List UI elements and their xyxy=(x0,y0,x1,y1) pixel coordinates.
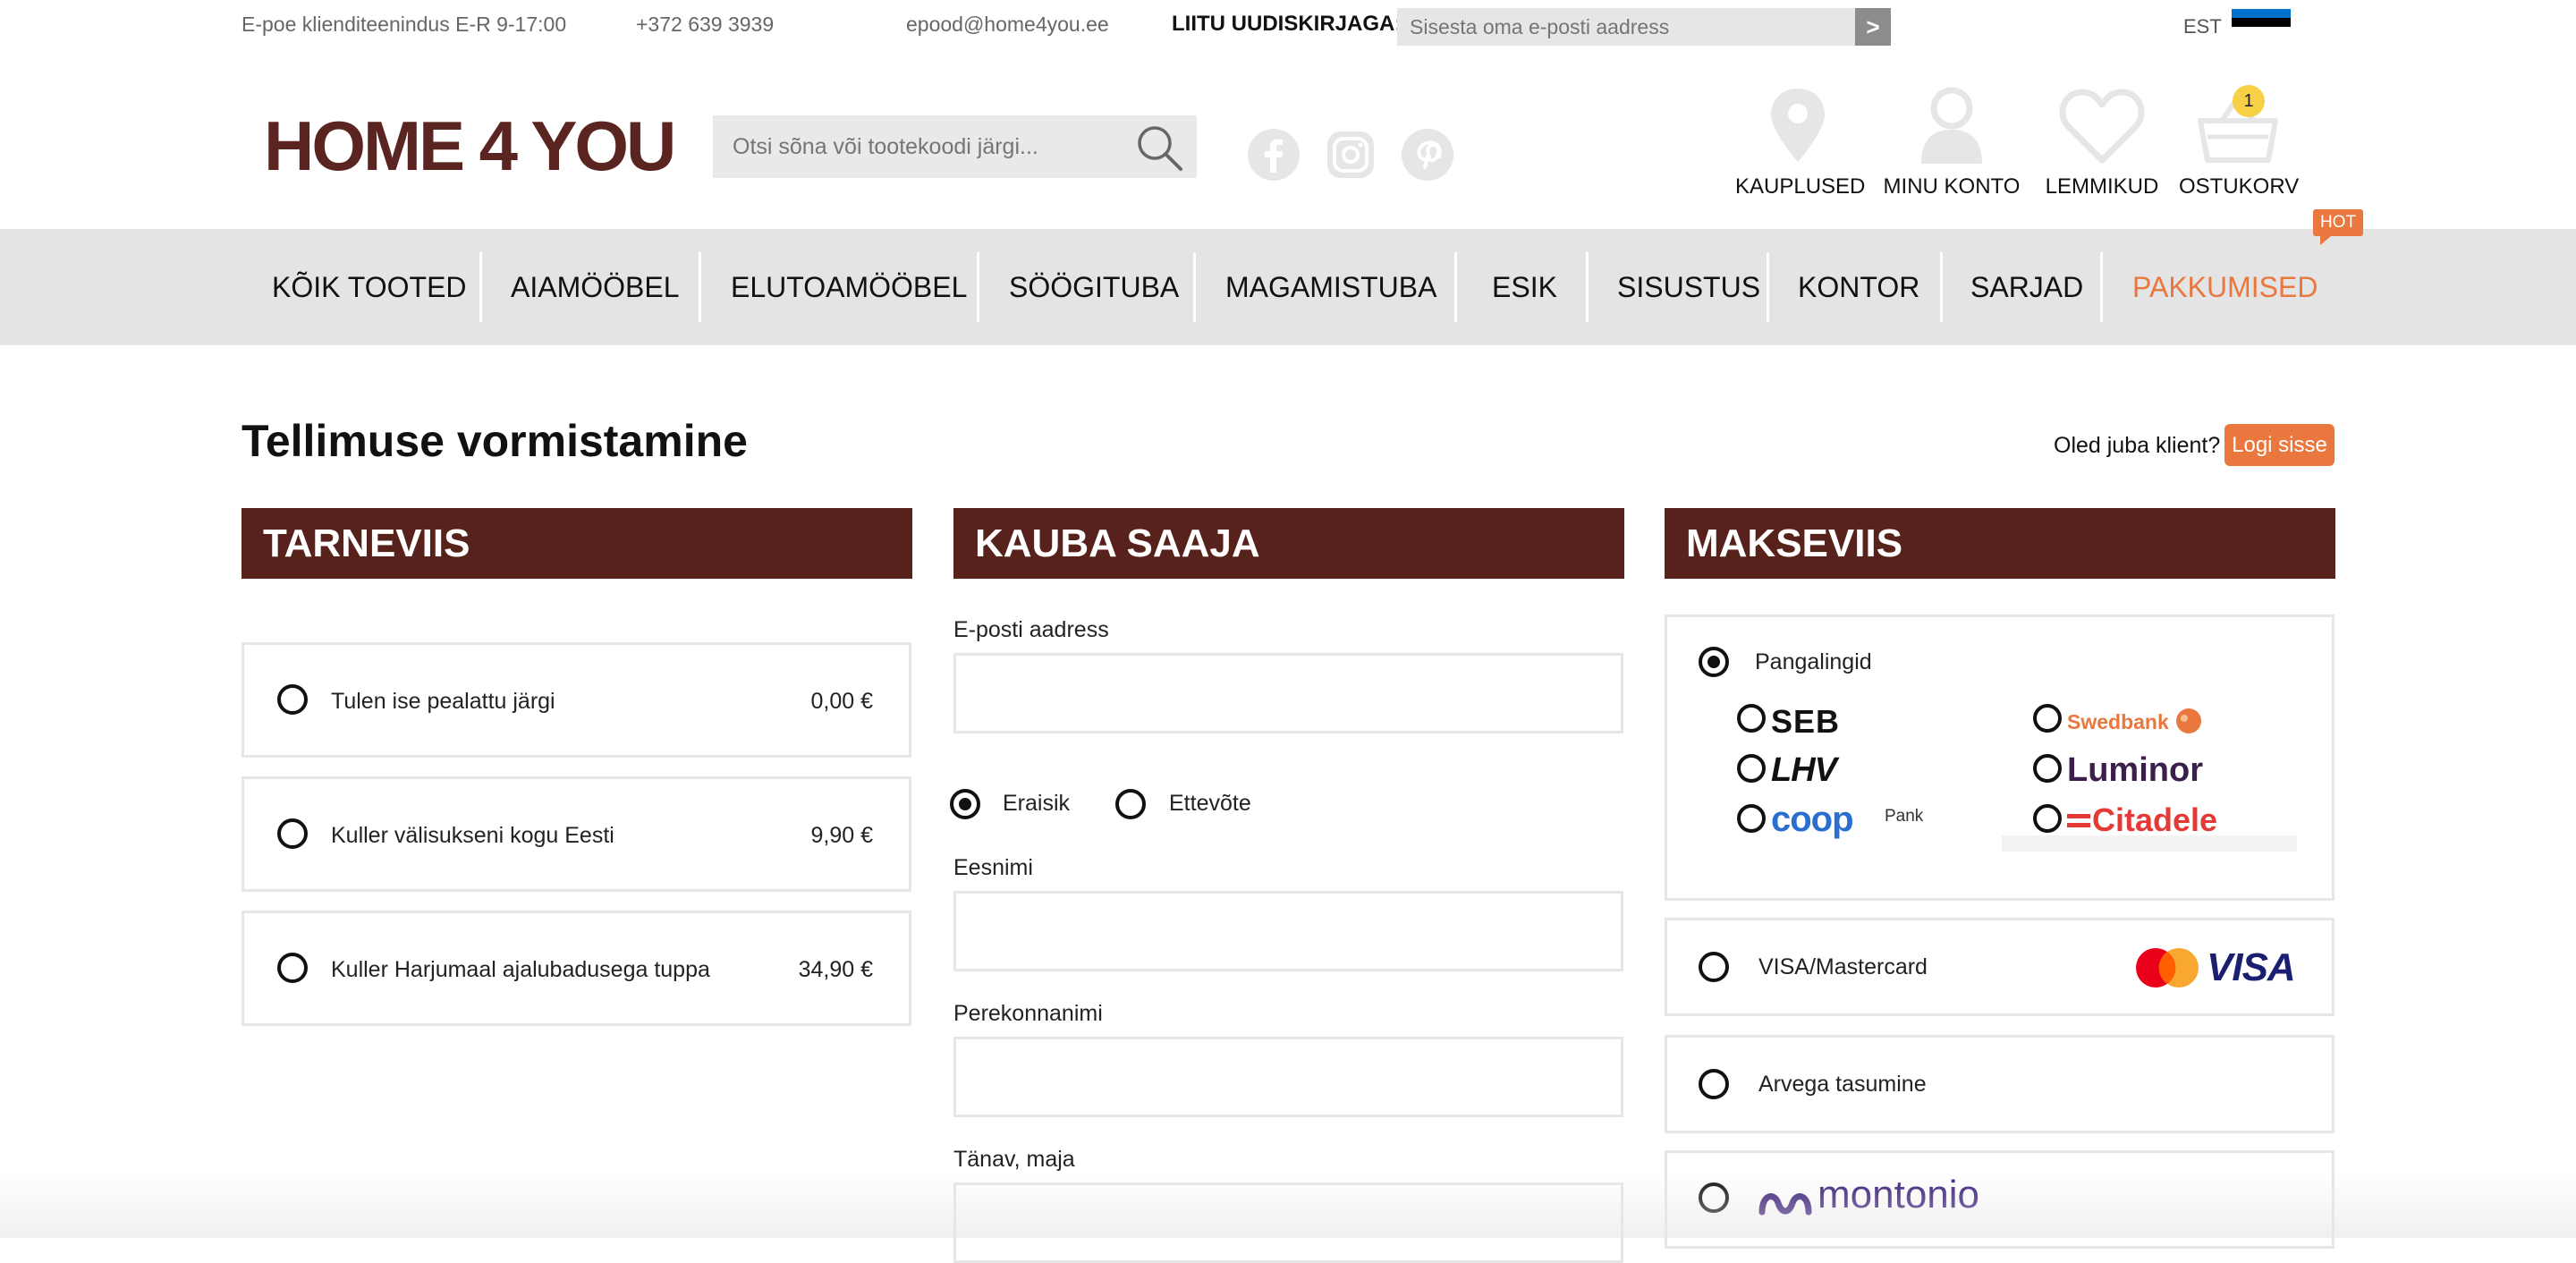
private-person-label[interactable]: Eraisik xyxy=(1003,791,1070,817)
nav-item-garden-furniture[interactable]: AIAMÖÖBEL xyxy=(511,229,680,345)
email-label: E-posti aadress xyxy=(953,617,1109,642)
bank-links-label: Pangalingid xyxy=(1755,649,1872,674)
first-name-label: Eesnimi xyxy=(953,855,1033,880)
search-input[interactable] xyxy=(713,115,1124,178)
search-icon[interactable] xyxy=(1134,123,1184,173)
citadele-mark-icon xyxy=(2067,814,2090,818)
swedbank-oak-icon xyxy=(2176,708,2201,733)
hot-badge: HOT xyxy=(2313,209,2363,245)
lhv-radio[interactable] xyxy=(1737,754,1766,783)
delivery-option-label: Kuller välisukseni kogu Eesti xyxy=(331,823,614,848)
nav-item-hallway[interactable]: ESIK xyxy=(1492,229,1557,345)
delivery-option-label: Tulen ise pealattu järgi xyxy=(331,689,555,714)
delivery-option-courier[interactable]: Kuller välisukseni kogu Eesti 9,90 € xyxy=(242,776,911,892)
card-radio[interactable] xyxy=(1699,952,1729,982)
account-label: MINU KONTO xyxy=(1883,174,2021,199)
last-name-field[interactable] xyxy=(953,1037,1623,1117)
delivery-heading: TARNEVIIS xyxy=(242,508,912,579)
delivery-option-label: Kuller Harjumaal ajalubadusega tuppa xyxy=(331,957,710,982)
payment-option-card[interactable]: VISA/Mastercard VISA xyxy=(1665,918,2334,1016)
company-radio[interactable] xyxy=(1115,789,1146,819)
top-bar: E-poe klienditeenindus E-R 9-17:00 +372 … xyxy=(0,0,2576,54)
account-link[interactable]: MINU KONTO xyxy=(1880,85,2023,199)
pinterest-icon[interactable] xyxy=(1401,128,1454,182)
instagram-icon[interactable] xyxy=(1324,128,1377,182)
newsletter-submit-button[interactable]: > xyxy=(1855,8,1891,46)
delivery-option-price: 9,90 € xyxy=(810,823,873,848)
luminor-logo: Luminor xyxy=(2067,751,2203,789)
service-hours: E-poe klienditeenindus E-R 9-17:00 xyxy=(242,13,567,36)
delivery-option-price: 0,00 € xyxy=(810,689,873,714)
delivery-option-pickup[interactable]: Tulen ise pealattu järgi 0,00 € xyxy=(242,642,911,758)
already-client-text: Oled juba klient? xyxy=(2054,433,2221,458)
nav-item-offers[interactable]: PAKKUMISED xyxy=(2132,229,2318,345)
search-bar xyxy=(713,115,1197,178)
invoice-radio[interactable] xyxy=(1699,1069,1729,1099)
nav-item-office[interactable]: KONTOR xyxy=(1798,229,1919,345)
email-field[interactable] xyxy=(953,653,1623,733)
card-label: VISA/Mastercard xyxy=(1758,954,1928,979)
lhv-logo: LHV xyxy=(1771,751,1837,789)
citadele-logo: Citadele xyxy=(2092,801,2218,838)
payment-heading: MAKSEVIIS xyxy=(1665,508,2335,579)
street-label: Tänav, maja xyxy=(953,1147,1075,1172)
language-selector[interactable]: EST xyxy=(2183,15,2222,38)
main-navigation: KÕIK TOOTED AIAMÖÖBEL ELUTOAMÖÖBEL SÖÖGI… xyxy=(0,229,2576,345)
nav-item-decor[interactable]: SISUSTUS xyxy=(1617,229,1760,345)
seb-radio[interactable] xyxy=(1737,704,1766,733)
login-button[interactable]: Logi sisse xyxy=(2224,424,2334,466)
nav-item-bedroom[interactable]: MAGAMISTUBA xyxy=(1225,229,1436,345)
favorites-link[interactable]: LEMMIKUD xyxy=(2041,85,2163,199)
payment-option-bank-links[interactable]: Pangalingid SEB Swedbank LHV Luminor coo… xyxy=(1665,615,2334,901)
email-link[interactable]: epood@home4you.ee xyxy=(906,13,1109,37)
cart-count-badge: 1 xyxy=(2233,85,2265,117)
phone-link[interactable]: +372 639 3939 xyxy=(636,13,774,37)
private-person-radio[interactable] xyxy=(950,789,980,819)
last-name-label: Perekonnanimi xyxy=(953,1001,1103,1026)
stores-link[interactable]: KAUPLUSED xyxy=(1735,85,1866,199)
seb-logo: SEB xyxy=(1771,703,1841,740)
delivery-option-harju-courier[interactable]: Kuller Harjumaal ajalubadusega tuppa 34,… xyxy=(242,911,911,1026)
bottom-fade xyxy=(0,1172,2576,1238)
coop-pank-label: Pank xyxy=(1885,807,1924,826)
citadele-radio[interactable] xyxy=(2033,804,2062,833)
delivery-option-price: 34,90 € xyxy=(798,957,873,982)
cart-label: OSTUKORV xyxy=(2179,174,2300,199)
estonian-flag-icon[interactable] xyxy=(2232,9,2291,36)
swedbank-logo: Swedbank xyxy=(2067,710,2169,733)
bank-links-radio[interactable] xyxy=(1699,647,1729,677)
invoice-label: Arvega tasumine xyxy=(1758,1072,1927,1097)
nav-item-living-room[interactable]: ELUTOAMÖÖBEL xyxy=(731,229,967,345)
recipient-heading: KAUBA SAAJA xyxy=(953,508,1624,579)
luminor-radio[interactable] xyxy=(2033,754,2062,783)
coop-logo: coop xyxy=(1771,800,1854,839)
stores-label: KAUPLUSED xyxy=(1735,174,1866,199)
swedbank-radio[interactable] xyxy=(2033,704,2062,733)
map-pin-icon xyxy=(1771,89,1825,162)
company-label[interactable]: Ettevõte xyxy=(1169,791,1251,817)
delivery-harju-radio[interactable] xyxy=(277,953,308,983)
visa-logo: VISA xyxy=(2207,945,2296,989)
delivery-courier-radio[interactable] xyxy=(277,818,308,849)
newsletter-label: LIITU UUDISKIRJAGA: xyxy=(1172,12,1402,36)
nav-item-all-products[interactable]: KÕIK TOOTED xyxy=(272,229,467,345)
user-icon xyxy=(1921,87,1982,164)
coop-radio[interactable] xyxy=(1737,804,1766,833)
heart-icon xyxy=(2059,89,2145,164)
nav-item-series[interactable]: SARJAD xyxy=(1970,229,2083,345)
facebook-icon[interactable] xyxy=(1247,128,1301,182)
first-name-field[interactable] xyxy=(953,891,1623,971)
payment-option-invoice[interactable]: Arvega tasumine xyxy=(1665,1035,2334,1133)
nav-item-dining-room[interactable]: SÖÖGITUBA xyxy=(1009,229,1179,345)
favorites-label: LEMMIKUD xyxy=(2045,174,2159,199)
newsletter-email-input[interactable] xyxy=(1397,8,1855,46)
page-title: Tellimuse vormistamine xyxy=(242,416,748,466)
site-logo[interactable]: HOME 4 YOU xyxy=(264,106,676,186)
delivery-pickup-radio[interactable] xyxy=(277,684,308,715)
mastercard-icon xyxy=(2136,948,2199,988)
